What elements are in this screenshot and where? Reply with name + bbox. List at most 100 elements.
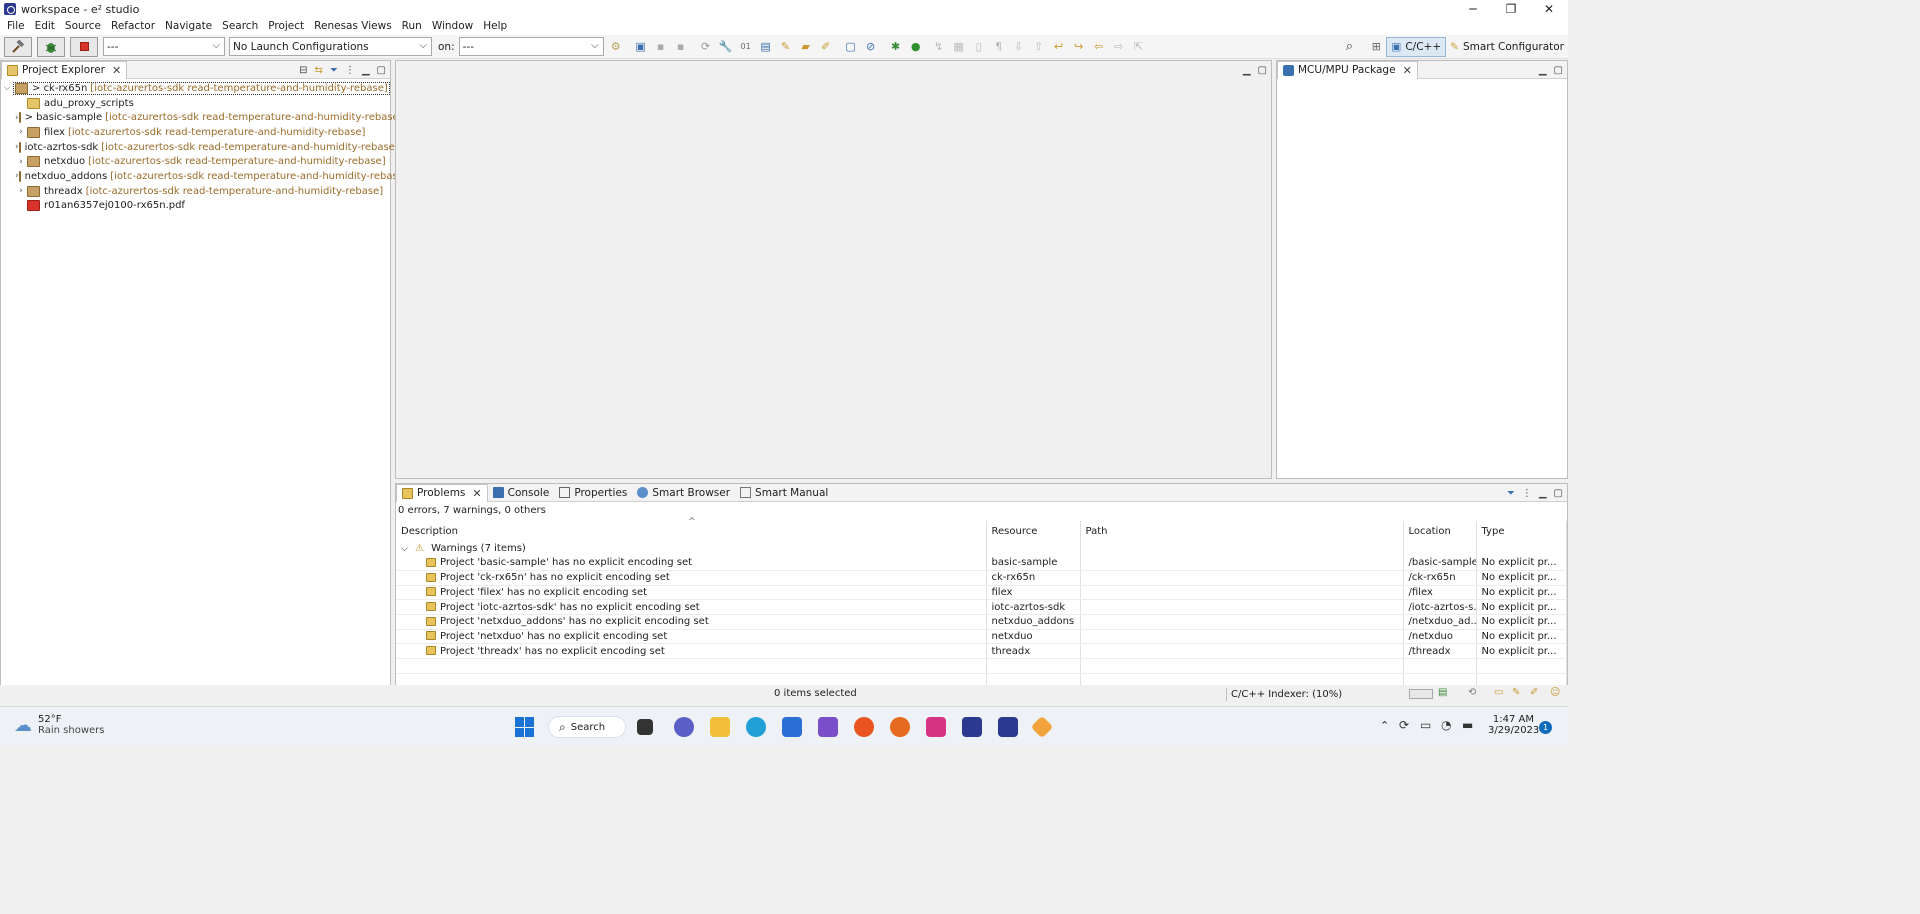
tree-item-iotc-azrtos-sdk[interactable]: › iotc-azrtos-sdk [iotc-azurertos-sdk re… bbox=[1, 140, 399, 155]
firefox-icon[interactable] bbox=[890, 717, 910, 737]
battery-icon[interactable]: ▬ bbox=[1462, 718, 1473, 732]
launch-target-select[interactable]: --- ⌵ bbox=[458, 37, 604, 56]
warnings-group-row[interactable]: ⌵ ⚠ Warnings (7 items) bbox=[396, 541, 1567, 556]
table-row[interactable]: Project 'ck-rx65n' has no explicit encod… bbox=[396, 570, 1567, 586]
snipping-tool-icon[interactable] bbox=[926, 717, 946, 737]
column-location[interactable]: Location bbox=[1403, 521, 1477, 541]
view-menu-icon[interactable]: ⋮ bbox=[1522, 488, 1532, 499]
close-button[interactable]: ✕ bbox=[1530, 0, 1568, 18]
tips-icon[interactable]: ✎ bbox=[1512, 687, 1520, 698]
progress-view-icon[interactable]: ▤ bbox=[1438, 687, 1447, 698]
run-button[interactable]: ● bbox=[907, 38, 925, 56]
close-icon[interactable]: ✕ bbox=[112, 64, 121, 77]
perspective-smart-configurator[interactable]: ✎ Smart Configurator bbox=[1446, 37, 1568, 57]
tree-item-threadx[interactable]: › threadx [iotc-azurertos-sdk read-tempe… bbox=[1, 184, 390, 199]
pin-button[interactable]: ⇱ bbox=[1130, 38, 1148, 56]
brush-button[interactable]: ✐ bbox=[817, 38, 835, 56]
menu-refactor[interactable]: Refactor bbox=[106, 18, 160, 35]
display-icon[interactable]: ▭ bbox=[1420, 718, 1431, 732]
collapse-all-icon[interactable]: ⊟ bbox=[299, 65, 307, 76]
onedrive-icon[interactable]: ⟳ bbox=[1399, 718, 1409, 732]
maximize-view-icon[interactable]: ▢ bbox=[1554, 488, 1563, 499]
filter-icon[interactable]: ⏷ bbox=[330, 65, 338, 76]
build-hammer-button[interactable] bbox=[4, 36, 32, 57]
table-row[interactable]: Project 'netxduo_addons' has no explicit… bbox=[396, 614, 1567, 630]
back-button[interactable]: ⇦ bbox=[1090, 38, 1108, 56]
weather-widget[interactable]: ☁ 52°F Rain showers bbox=[14, 714, 104, 736]
chevron-right-icon[interactable]: › bbox=[15, 157, 27, 167]
tab-project-explorer[interactable]: Project Explorer ✕ bbox=[1, 60, 128, 79]
table-row[interactable]: Project 'threadx' has no explicit encodi… bbox=[396, 643, 1567, 659]
ubuntu-icon[interactable] bbox=[854, 717, 874, 737]
store-icon[interactable] bbox=[782, 717, 802, 737]
wifi-icon[interactable]: ◔ bbox=[1441, 718, 1451, 732]
smiley-icon[interactable]: ☺ bbox=[1550, 687, 1560, 698]
hex-button[interactable]: ▤ bbox=[757, 38, 775, 56]
maximize-view-icon[interactable]: ▢ bbox=[1258, 65, 1267, 76]
background-tasks-icon[interactable]: ⟲ bbox=[1468, 687, 1476, 698]
toolbar-btn-b[interactable]: ▯ bbox=[970, 38, 988, 56]
tree-item-basic-sample[interactable]: › > basic-sample [iotc-azurertos-sdk rea… bbox=[1, 110, 403, 125]
tree-item-netxduo-addons[interactable]: › netxduo_addons [iotc-azurertos-sdk rea… bbox=[1, 169, 408, 184]
tab-properties[interactable]: Properties bbox=[554, 484, 632, 502]
forward-button[interactable]: ⇨ bbox=[1110, 38, 1128, 56]
tree-item-pdf[interactable]: r01an6357ej0100-rx65n.pdf bbox=[1, 199, 390, 214]
refresh-button[interactable]: ⟳ bbox=[697, 38, 715, 56]
new-button[interactable]: ▣ bbox=[632, 38, 650, 56]
file-explorer-icon[interactable] bbox=[710, 717, 730, 737]
build-config-button[interactable]: 🔧 bbox=[717, 38, 735, 56]
table-row[interactable]: Project 'iotc-azrtos-sdk' has no explici… bbox=[396, 599, 1567, 615]
menu-file[interactable]: File bbox=[2, 18, 30, 35]
column-path[interactable]: Path bbox=[1080, 521, 1404, 541]
edge-icon[interactable] bbox=[746, 717, 766, 737]
chevron-right-icon[interactable]: › bbox=[15, 186, 27, 196]
close-icon[interactable]: ✕ bbox=[1403, 64, 1412, 77]
save-button[interactable]: ▪ bbox=[652, 38, 670, 56]
close-icon[interactable]: ✕ bbox=[472, 487, 481, 500]
chevron-down-icon[interactable]: ⌵ bbox=[401, 544, 408, 554]
open-perspective-button[interactable]: ⊞ bbox=[1367, 38, 1385, 56]
binary-button[interactable]: 01 bbox=[737, 38, 755, 56]
tab-problems[interactable]: Problems ✕ bbox=[396, 483, 488, 502]
start-button[interactable] bbox=[515, 717, 535, 737]
chevron-down-icon[interactable]: ⌵ bbox=[1, 83, 13, 93]
maximize-view-icon[interactable]: ▢ bbox=[1554, 65, 1563, 76]
debug-run-button[interactable]: ✱ bbox=[887, 38, 905, 56]
menu-navigate[interactable]: Navigate bbox=[160, 18, 217, 35]
launch-settings-gear-button[interactable]: ⚙ bbox=[607, 38, 625, 56]
save-all-button[interactable]: ▪ bbox=[672, 38, 690, 56]
table-row[interactable]: Project 'filex' has no explicit encoding… bbox=[396, 585, 1567, 601]
menu-renesas-views[interactable]: Renesas Views bbox=[309, 18, 397, 35]
tree-item-filex[interactable]: › filex [iotc-azurertos-sdk read-tempera… bbox=[1, 125, 390, 140]
table-row[interactable]: Project 'basic-sample' has no explicit e… bbox=[396, 555, 1567, 571]
tree-item-netxduo[interactable]: › netxduo [iotc-azurertos-sdk read-tempe… bbox=[1, 154, 390, 169]
chevron-right-icon[interactable]: › bbox=[15, 127, 27, 137]
last-edit-button[interactable]: ↩ bbox=[1050, 38, 1068, 56]
maximize-view-icon[interactable]: ▢ bbox=[377, 65, 386, 76]
filter-icon[interactable]: ⏷ bbox=[1507, 488, 1515, 499]
next-edit-button[interactable]: ↪ bbox=[1070, 38, 1088, 56]
column-type[interactable]: Type bbox=[1476, 521, 1567, 541]
view-menu-icon[interactable]: ⋮ bbox=[345, 65, 355, 76]
minimize-view-icon[interactable]: ▁ bbox=[1539, 65, 1547, 76]
tab-console[interactable]: Console bbox=[488, 484, 555, 502]
minimize-view-icon[interactable]: ▁ bbox=[1539, 488, 1547, 499]
terminate-button[interactable] bbox=[70, 36, 98, 57]
task-view-icon[interactable] bbox=[637, 719, 653, 735]
column-resource[interactable]: Resource bbox=[986, 521, 1081, 541]
minimize-view-icon[interactable]: ▁ bbox=[1243, 65, 1251, 76]
e2-studio-taskbar-icon[interactable] bbox=[962, 717, 982, 737]
menu-edit[interactable]: Edit bbox=[30, 18, 60, 35]
edit-button[interactable]: ✎ bbox=[777, 38, 795, 56]
menu-help[interactable]: Help bbox=[478, 18, 512, 35]
step-button[interactable]: ↯ bbox=[930, 38, 948, 56]
minimize-button[interactable]: ─ bbox=[1454, 0, 1492, 18]
launch-configuration-select[interactable]: No Launch Configurations ⌵ bbox=[229, 37, 432, 56]
skip-breakpoints-button[interactable]: ⊘ bbox=[862, 38, 880, 56]
taskbar-search[interactable]: ⌕ Search bbox=[548, 716, 626, 738]
show-whitespace-button[interactable]: ¶ bbox=[990, 38, 1008, 56]
e2-studio-active-taskbar-icon[interactable] bbox=[998, 717, 1018, 737]
column-description[interactable]: Description ^ bbox=[396, 517, 987, 541]
tab-smart-manual[interactable]: Smart Manual bbox=[735, 484, 833, 502]
menu-window[interactable]: Window bbox=[427, 18, 478, 35]
